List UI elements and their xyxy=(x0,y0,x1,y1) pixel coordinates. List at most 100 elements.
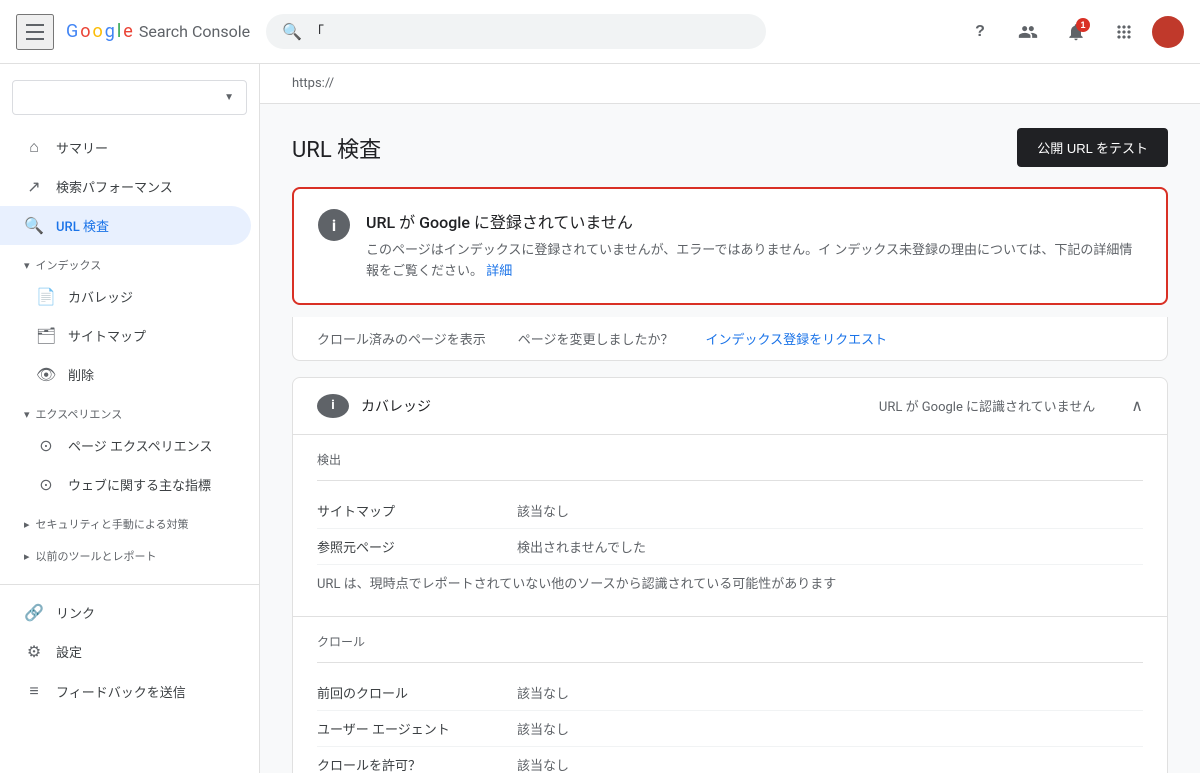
chevron-down-icon: ▼ xyxy=(224,92,234,103)
sitemap-icon: 🗂 xyxy=(36,326,56,345)
sidebar-item-coverage[interactable]: 📄 カバレッジ xyxy=(0,277,251,316)
referrer-row: 参照元ページ 検出されませんでした xyxy=(317,529,1143,565)
section-label: エクスペリエンス xyxy=(36,406,123,422)
detail-link[interactable]: 詳細 xyxy=(486,264,512,279)
section-label: 以前のツールとレポート xyxy=(36,548,157,564)
status-content: URL が Google に登録されていません このページはインデックスに登録さ… xyxy=(366,209,1142,283)
last-crawl-label: 前回のクロール xyxy=(317,683,517,702)
sidebar-item-label: 削除 xyxy=(68,365,94,384)
sidebar-item-feedback[interactable]: ≡ フィードバックを送信 xyxy=(0,671,251,711)
test-url-button[interactable]: 公開 URL をテスト xyxy=(1017,128,1168,167)
main-content: https:// URL 検査 公開 URL をテスト i URL が Goog… xyxy=(260,64,1200,773)
section-header-security[interactable]: ▸ セキュリティと手動による対策 xyxy=(0,504,259,536)
search-icon: 🔍 xyxy=(24,216,44,235)
changed-label: ページを変更しましたか？ xyxy=(518,329,674,348)
sidebar-item-summary[interactable]: ⌂ サマリー xyxy=(0,127,251,167)
collapse-icon[interactable]: ∧ xyxy=(1131,396,1143,415)
sidebar-item-url-inspection[interactable]: 🔍 URL 検査 xyxy=(0,206,251,245)
info-icon: i xyxy=(318,209,350,241)
sidebar-item-settings[interactable]: ⚙ 設定 xyxy=(0,632,251,671)
section-header-legacy[interactable]: ▸ 以前のツールとレポート xyxy=(0,536,259,568)
crawl-section: クロール 前回のクロール 該当なし ユーザー エージェント 該当なし クロールを… xyxy=(293,616,1167,773)
crawl-allowed-value: 該当なし xyxy=(517,755,1143,773)
coverage-info-icon: i xyxy=(317,394,349,418)
sidebar-item-page-experience[interactable]: ⊙ ページ エクスペリエンス xyxy=(0,426,251,465)
grid-icon xyxy=(1114,22,1134,42)
detection-label: 検出 xyxy=(317,451,1143,468)
notification-badge: 1 xyxy=(1076,18,1090,32)
referrer-value: 検出されませんでした xyxy=(517,537,1143,556)
arrow-icon: ▸ xyxy=(24,550,30,563)
help-icon: ? xyxy=(975,23,985,41)
last-crawl-value: 該当なし xyxy=(517,683,1143,702)
avatar[interactable] xyxy=(1152,16,1184,48)
notification-button[interactable]: 1 xyxy=(1056,12,1096,52)
section-label: インデックス xyxy=(36,257,102,273)
topbar: Google Search Console 🔍 ? 1 xyxy=(0,0,1200,64)
accounts-button[interactable] xyxy=(1008,12,1048,52)
request-index-link[interactable]: インデックス登録をリクエスト xyxy=(706,329,888,348)
page-header: URL 検査 公開 URL をテスト xyxy=(292,128,1168,167)
content-area: URL 検査 公開 URL をテスト i URL が Google に登録されて… xyxy=(260,104,1200,773)
url-value: https:// xyxy=(292,76,334,91)
grid-button[interactable] xyxy=(1104,12,1144,52)
detection-section: 検出 サイトマップ 該当なし 参照元ページ 検出されませんでした URL は、現… xyxy=(293,435,1167,616)
sitemap-value: 該当なし xyxy=(517,501,1143,520)
url-note-value: URL は、現時点でレポートされていない他のソースから認識されている可能性があり… xyxy=(317,573,1143,592)
crawl-allowed-row: クロールを許可？ 該当なし xyxy=(317,747,1143,773)
user-agent-label: ユーザー エージェント xyxy=(317,719,517,738)
links-icon: 🔗 xyxy=(24,603,44,622)
search-icon: 🔍 xyxy=(282,22,302,41)
coverage-card: i カバレッジ URL が Google に認識されていません ∧ 検出 サイト… xyxy=(292,377,1168,773)
topbar-icons: ? 1 xyxy=(960,12,1184,52)
user-agent-value: 該当なし xyxy=(517,719,1143,738)
url-note-row: URL は、現時点でレポートされていない他のソースから認識されている可能性があり… xyxy=(317,565,1143,600)
status-card-inner: i URL が Google に登録されていません このページはインデックスに登… xyxy=(318,209,1142,283)
page-title: URL 検査 xyxy=(292,132,381,164)
settings-icon: ⚙ xyxy=(24,642,44,661)
sidebar-item-label: 設定 xyxy=(56,642,82,661)
sidebar-item-label: ウェブに関する主な指標 xyxy=(68,475,211,494)
page-exp-icon: ⊙ xyxy=(36,436,56,455)
section-header-index[interactable]: ▾ インデックス xyxy=(0,245,259,277)
menu-button[interactable] xyxy=(16,14,54,50)
last-crawl-row: 前回のクロール 該当なし xyxy=(317,675,1143,711)
coverage-header: i カバレッジ URL が Google に認識されていません ∧ xyxy=(293,378,1167,435)
status-title: URL が Google に登録されていません xyxy=(366,209,1142,233)
user-agent-row: ユーザー エージェント 該当なし xyxy=(317,711,1143,747)
sidebar-item-web-vitals[interactable]: ⊙ ウェブに関する主な指標 xyxy=(0,465,251,504)
arrow-icon: ▸ xyxy=(24,518,30,531)
search-input[interactable] xyxy=(310,24,750,40)
crawl-allowed-label: クロールを許可？ xyxy=(317,755,517,773)
help-button[interactable]: ? xyxy=(960,12,1000,52)
coverage-title: カバレッジ xyxy=(361,396,431,416)
status-desc: このページはインデックスに登録されていませんが、エラーではありません。イ ンデッ… xyxy=(366,241,1142,283)
referrer-label: 参照元ページ xyxy=(317,537,517,556)
property-value xyxy=(25,89,37,106)
status-card: i URL が Google に登録されていません このページはインデックスに登… xyxy=(292,187,1168,305)
sidebar-item-sitemap[interactable]: 🗂 サイトマップ xyxy=(0,316,251,355)
search-bar: 🔍 xyxy=(266,14,766,49)
performance-icon: ↗ xyxy=(24,177,44,196)
coverage-icon: 📄 xyxy=(36,287,56,306)
google-logo: Google Search Console xyxy=(66,21,250,42)
feedback-icon: ≡ xyxy=(24,681,44,701)
sidebar-item-label: リンク xyxy=(56,603,95,622)
sidebar-item-performance[interactable]: ↗ 検索パフォーマンス xyxy=(0,167,251,206)
home-icon: ⌂ xyxy=(24,137,44,157)
coverage-status: URL が Google に認識されていません xyxy=(879,396,1095,415)
crawled-pages-link[interactable]: クロール済みのページを表示 xyxy=(317,329,486,348)
section-header-experience[interactable]: ▾ エクスペリエンス xyxy=(0,394,259,426)
sitemap-label: サイトマップ xyxy=(317,501,517,520)
sidebar-item-label: フィードバックを送信 xyxy=(56,682,186,701)
sidebar: ▼ ⌂ サマリー ↗ 検索パフォーマンス 🔍 URL 検査 ▾ インデックス 📄… xyxy=(0,64,260,773)
sidebar-item-label: カバレッジ xyxy=(68,287,133,306)
web-vitals-icon: ⊙ xyxy=(36,475,56,494)
sidebar-item-links[interactable]: 🔗 リンク xyxy=(0,593,251,632)
section-label: セキュリティと手動による対策 xyxy=(36,516,189,532)
url-bar: https:// xyxy=(260,64,1200,104)
property-selector[interactable]: ▼ xyxy=(12,80,247,115)
sidebar-item-label: サマリー xyxy=(56,138,108,157)
sidebar-item-removal[interactable]: 👁 削除 xyxy=(0,355,251,394)
arrow-icon: ▾ xyxy=(24,259,30,272)
